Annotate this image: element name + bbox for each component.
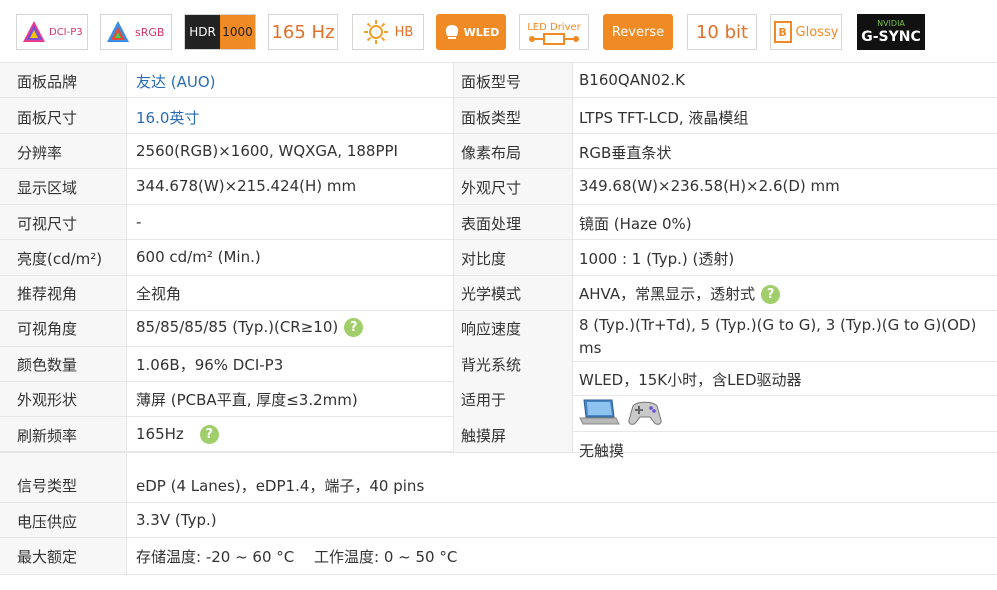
optical-help-icon[interactable]: ? <box>761 285 781 304</box>
response-value-line1: 8 (Typ.)(Tr+Td), 5 (Typ.)(G to G), 3 (Ty… <box>579 316 977 334</box>
viewable-size-label: 可视尺寸 <box>17 215 78 233</box>
gamepad-icon[interactable] <box>627 398 663 428</box>
type-label: 面板类型 <box>461 109 522 127</box>
touch-label: 触摸屏 <box>461 427 507 445</box>
surface-label: 表面处理 <box>461 215 522 233</box>
glossy-logo-icon: B <box>773 21 792 43</box>
touch-value: 无触摸 <box>579 442 625 460</box>
reverse-badge: Reverse <box>603 14 673 50</box>
hdr-badge: HDR 1000 <box>184 14 256 50</box>
refresh-value: 165Hz? <box>136 425 219 444</box>
wled-badge: WLED <box>436 14 506 50</box>
voltage-value: 3.3V (Typ.) <box>136 511 217 529</box>
outline-label: 外观尺寸 <box>461 179 522 197</box>
display-area-label: 显示区域 <box>17 179 78 197</box>
viewing-angle-label: 可视角度 <box>17 320 78 338</box>
brand-value[interactable]: 友达 (AUO) <box>136 71 216 92</box>
viewable-size-value: - <box>136 213 142 231</box>
type-value: LTPS TFT-LCD, 液晶模组 <box>579 109 749 127</box>
srgb-badge: sRGB <box>100 14 172 50</box>
angle-help-icon[interactable]: ? <box>344 318 364 337</box>
outline-value: 349.68(W)×236.58(H)×2.6(D) mm <box>579 177 840 195</box>
pixel-layout-label: 像素布局 <box>461 144 522 162</box>
circuit-icon <box>529 32 579 45</box>
high-brightness-badge: HB <box>352 14 424 50</box>
backlight-label: 背光系统 <box>461 356 522 374</box>
resolution-label: 分辨率 <box>17 144 63 162</box>
brightness-label: 亮度(cd/m²) <box>17 250 103 268</box>
optical-mode-value: AHVA，常黑显示，透射式? <box>579 283 781 304</box>
voltage-label: 电压供应 <box>17 513 78 531</box>
size-label: 面板尺寸 <box>17 109 78 127</box>
refresh-rate-badge: 165 Hz <box>268 14 338 50</box>
shape-value: 薄屏 (PCBA平直, 厚度≤3.2mm) <box>136 391 358 409</box>
max-rating-label: 最大额定 <box>17 548 78 566</box>
color-count-value: 1.06B，96% DCI-P3 <box>136 356 284 374</box>
dci-p3-badge: DCI-P3 <box>16 14 88 50</box>
brand-label: 面板品牌 <box>17 73 78 91</box>
refresh-label: 刷新频率 <box>17 427 78 445</box>
recommended-view-value: 全视角 <box>136 285 182 303</box>
ten-bit-badge: 10 bit <box>687 14 757 50</box>
sun-icon <box>363 20 388 44</box>
contrast-value: 1000 : 1 (Typ.) (透射) <box>579 250 735 268</box>
pixel-layout-value: RGB垂直条状 <box>579 144 672 162</box>
viewing-angle-value: 85/85/85/85 (Typ.)(CR≥10)? <box>136 318 364 337</box>
bulb-icon <box>445 25 458 39</box>
refresh-help-icon[interactable]: ? <box>199 425 219 444</box>
max-rating-value: 存储温度: -20 ~ 60 °C 工作温度: 0 ~ 50 °C <box>136 548 458 566</box>
backlight-value: WLED，15K小时，含LED驱动器 <box>579 371 802 389</box>
signal-label: 信号类型 <box>17 477 78 495</box>
recommended-view-label: 推荐视角 <box>17 285 78 303</box>
model-label: 面板型号 <box>461 73 522 91</box>
size-value[interactable]: 16.0英寸 <box>136 107 199 128</box>
applies-to-label: 适用于 <box>461 391 507 409</box>
brightness-value: 600 cd/m² (Min.) <box>136 248 261 266</box>
resolution-value: 2560(RGB)×1600, WQXGA, 188PPI <box>136 142 398 160</box>
feature-badges: DCI-P3 sRGB HDR 1000 165 Hz HB WLED LED … <box>0 0 997 62</box>
optical-mode-label: 光学模式 <box>461 285 522 303</box>
surface-value: 镜面 (Haze 0%) <box>579 215 692 233</box>
response-value-line2: ms <box>579 339 602 357</box>
viewing-angle-text: 85/85/85/85 (Typ.)(CR≥10) <box>136 318 339 336</box>
optical-mode-text: AHVA，常黑显示，透射式 <box>579 285 756 303</box>
gsync-badge: NVIDIA G-SYNC <box>857 14 925 50</box>
refresh-text: 165Hz <box>136 425 184 443</box>
color-triangle-icon <box>107 21 129 42</box>
color-gamut-icon <box>23 21 45 42</box>
model-value: B160QAN02.K <box>579 71 685 89</box>
led-driver-badge: LED Driver <box>519 14 589 50</box>
display-area-value: 344.678(W)×215.424(H) mm <box>136 177 357 195</box>
signal-value: eDP (4 Lanes)，eDP1.4，端子，40 pins <box>136 477 425 495</box>
laptop-icon[interactable] <box>578 397 620 427</box>
contrast-label: 对比度 <box>461 250 507 268</box>
color-count-label: 颜色数量 <box>17 356 78 374</box>
response-label: 响应速度 <box>461 320 522 338</box>
shape-label: 外观形状 <box>17 391 78 409</box>
glossy-badge: B Glossy <box>770 14 842 50</box>
